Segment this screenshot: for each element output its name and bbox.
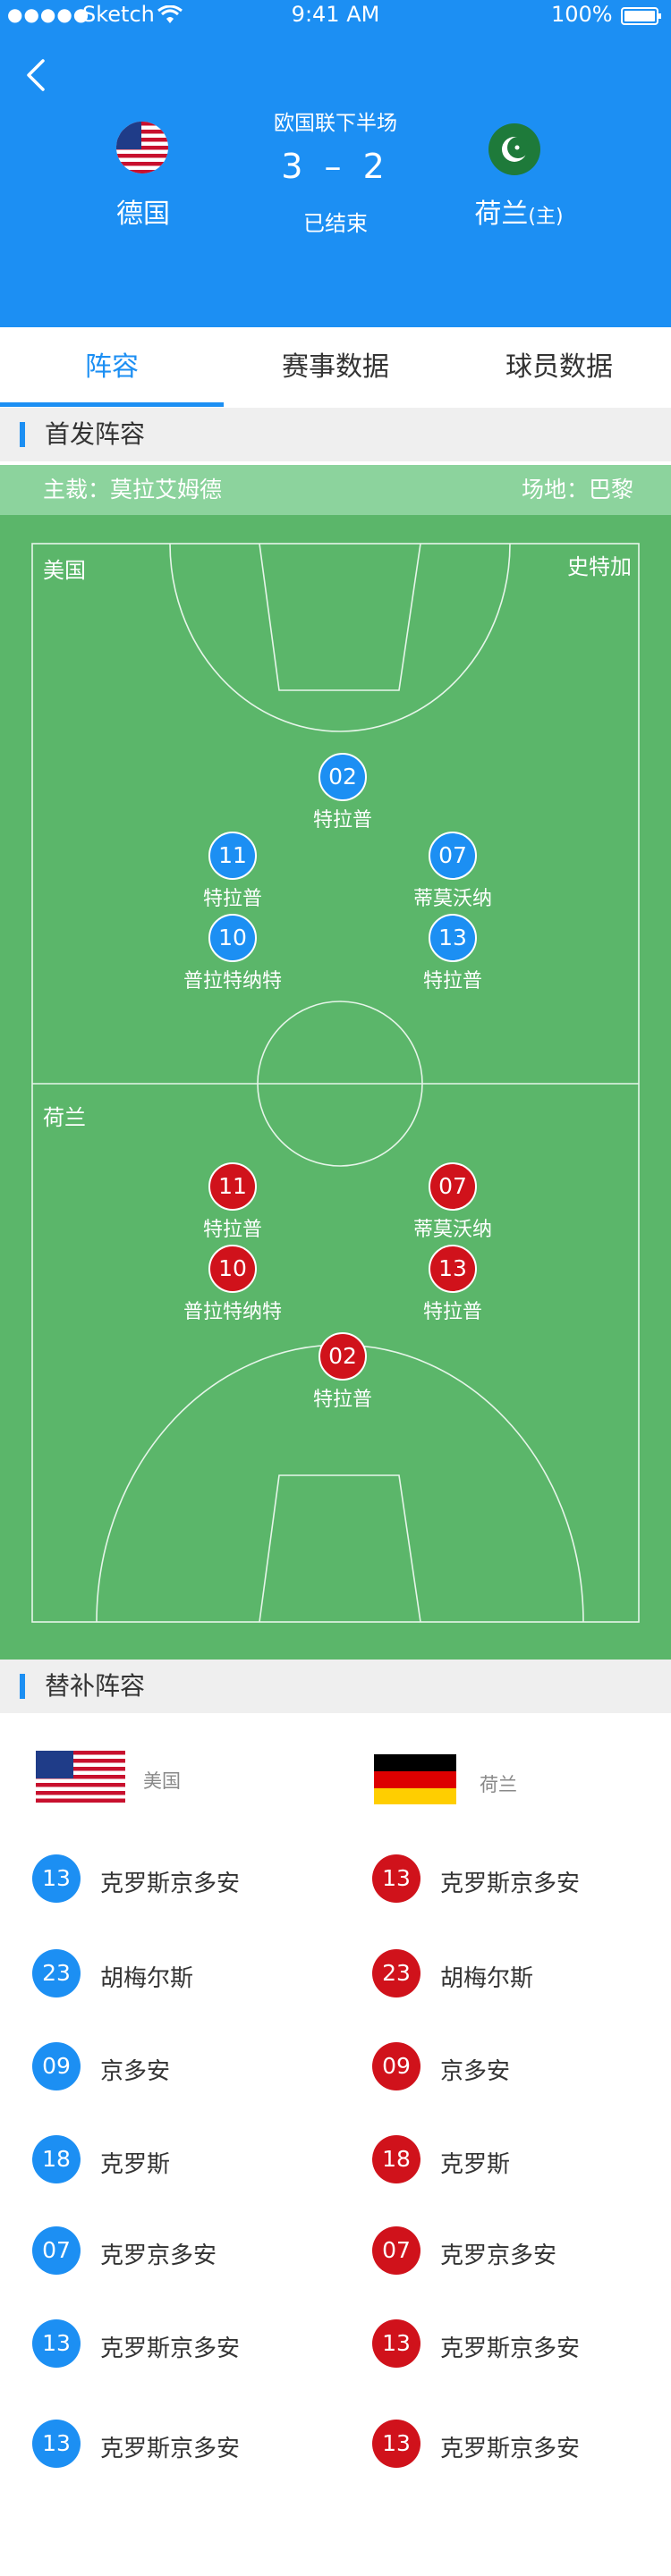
tab-bar: 阵容 赛事数据 球员数据 bbox=[0, 327, 671, 408]
player-number: 11 bbox=[208, 832, 257, 880]
match-score: 3 – 2 bbox=[281, 147, 390, 186]
sub-number: 13 bbox=[372, 2420, 420, 2468]
player-number: 10 bbox=[208, 914, 257, 962]
away-team-name: 荷兰 bbox=[474, 198, 529, 230]
active-tab-indicator bbox=[0, 402, 224, 407]
us-flag-icon bbox=[36, 1751, 125, 1803]
sub-number: 18 bbox=[32, 2135, 81, 2183]
player-name: 蒂莫沃纳 bbox=[412, 888, 492, 910]
player-name: 特拉普 bbox=[422, 1301, 482, 1323]
sub-name: 京多安 bbox=[440, 2058, 511, 2085]
tab-lineup[interactable]: 阵容 bbox=[0, 327, 224, 408]
section-title: 替补阵容 bbox=[45, 1671, 146, 1701]
bottom-team-label: 荷兰 bbox=[43, 1105, 86, 1130]
section-accent-bar bbox=[20, 422, 25, 447]
player-name: 特拉普 bbox=[202, 1219, 262, 1241]
player-number: 13 bbox=[429, 1245, 477, 1293]
sub-name: 克罗斯 bbox=[100, 2151, 171, 2178]
player-name: 特拉普 bbox=[202, 888, 262, 910]
player-number: 11 bbox=[208, 1162, 257, 1211]
referee-venue-bar: 主裁：莫拉艾姆德 场地：巴黎 bbox=[0, 465, 671, 515]
home-player[interactable]: 02 特拉普 bbox=[258, 753, 428, 832]
away-team-flag-icon bbox=[488, 123, 540, 175]
status-bar: ●●●●● Sketch 9:41 AM 100% bbox=[0, 0, 671, 32]
referee-text: 主裁：莫拉艾姆德 bbox=[43, 477, 223, 503]
starting-lineup-header: 首发阵容 bbox=[0, 408, 671, 461]
sub-number: 13 bbox=[372, 2319, 420, 2368]
sub-number: 13 bbox=[32, 2420, 81, 2468]
home-player[interactable]: 13 特拉普 bbox=[368, 914, 538, 993]
player-number: 07 bbox=[429, 832, 477, 880]
germany-flag-icon bbox=[374, 1754, 456, 1804]
right-team-name: 荷兰 bbox=[480, 1774, 517, 1795]
left-team-name: 美国 bbox=[143, 1770, 181, 1792]
match-header: ●●●●● Sketch 9:41 AM 100% 德国 欧国联下半场 3 – … bbox=[0, 0, 671, 327]
player-number: 02 bbox=[319, 753, 367, 801]
league-name: 欧国联下半场 bbox=[274, 112, 397, 135]
sub-number: 18 bbox=[372, 2135, 420, 2183]
sub-name: 胡梅尔斯 bbox=[440, 1965, 534, 1992]
top-team-right-label: 史特加 bbox=[567, 554, 632, 579]
sub-number: 23 bbox=[32, 1949, 81, 1997]
home-player[interactable]: 07 蒂莫沃纳 bbox=[368, 832, 538, 911]
away-team-label: 荷兰(主) bbox=[465, 191, 573, 231]
sub-name: 京多安 bbox=[100, 2058, 171, 2085]
sub-number: 13 bbox=[32, 2319, 81, 2368]
sub-name: 克罗斯京多安 bbox=[440, 2436, 581, 2462]
sub-name: 克罗斯京多安 bbox=[440, 1871, 581, 1897]
sub-name: 克罗斯 bbox=[440, 2151, 511, 2178]
player-name: 特拉普 bbox=[312, 809, 372, 832]
section-title: 首发阵容 bbox=[45, 419, 146, 449]
player-name: 特拉普 bbox=[422, 970, 482, 992]
sub-number: 23 bbox=[372, 1949, 420, 1997]
sub-name: 克罗斯京多安 bbox=[100, 2436, 241, 2462]
sub-name: 克罗斯京多安 bbox=[100, 2335, 241, 2362]
court-lines bbox=[31, 543, 640, 1623]
away-player[interactable]: 13 特拉普 bbox=[368, 1245, 538, 1324]
sub-name: 胡梅尔斯 bbox=[100, 1965, 194, 1992]
player-name: 特拉普 bbox=[312, 1389, 372, 1411]
home-player[interactable]: 11 特拉普 bbox=[148, 832, 318, 911]
tab-player-stats[interactable]: 球员数据 bbox=[447, 327, 671, 408]
sub-name: 克罗斯京多安 bbox=[100, 1871, 241, 1897]
sub-name: 克罗斯京多安 bbox=[440, 2335, 581, 2362]
away-player[interactable]: 02 特拉普 bbox=[258, 1332, 428, 1412]
sub-number: 13 bbox=[372, 1854, 420, 1903]
player-number: 10 bbox=[208, 1245, 257, 1293]
away-player[interactable]: 11 特拉普 bbox=[148, 1162, 318, 1242]
home-ground-tag: (主) bbox=[528, 206, 564, 228]
player-name: 蒂莫沃纳 bbox=[412, 1219, 492, 1241]
home-player[interactable]: 10 普拉特纳特 bbox=[148, 914, 318, 993]
away-player[interactable]: 10 普拉特纳特 bbox=[148, 1245, 318, 1324]
sub-name: 克罗京多安 bbox=[100, 2242, 217, 2269]
player-name: 普拉特纳特 bbox=[183, 1301, 282, 1323]
away-player[interactable]: 07 蒂莫沃纳 bbox=[368, 1162, 538, 1242]
tab-match-stats[interactable]: 赛事数据 bbox=[224, 327, 447, 408]
substitutes-header: 替补阵容 bbox=[0, 1660, 671, 1713]
back-arrow-icon[interactable] bbox=[20, 55, 55, 95]
sub-number: 07 bbox=[372, 2226, 420, 2275]
player-number: 02 bbox=[319, 1332, 367, 1381]
player-number: 07 bbox=[429, 1162, 477, 1211]
pitch: 美国 史特加 荷兰 02 特拉普 11 特拉普 07 蒂莫沃纳 10 普拉特纳特… bbox=[0, 515, 671, 1660]
sub-number: 13 bbox=[32, 1854, 81, 1903]
sub-number: 09 bbox=[32, 2042, 81, 2090]
venue-text: 场地：巴黎 bbox=[521, 477, 633, 503]
player-number: 13 bbox=[429, 914, 477, 962]
sub-name: 克罗京多安 bbox=[440, 2242, 557, 2269]
player-name: 普拉特纳特 bbox=[183, 970, 282, 992]
section-accent-bar bbox=[20, 1674, 25, 1699]
battery-icon bbox=[621, 7, 661, 25]
sub-number: 09 bbox=[372, 2042, 420, 2090]
battery-percent: 100% bbox=[551, 2, 613, 27]
sub-number: 07 bbox=[32, 2226, 81, 2275]
top-team-label: 美国 bbox=[43, 558, 86, 583]
